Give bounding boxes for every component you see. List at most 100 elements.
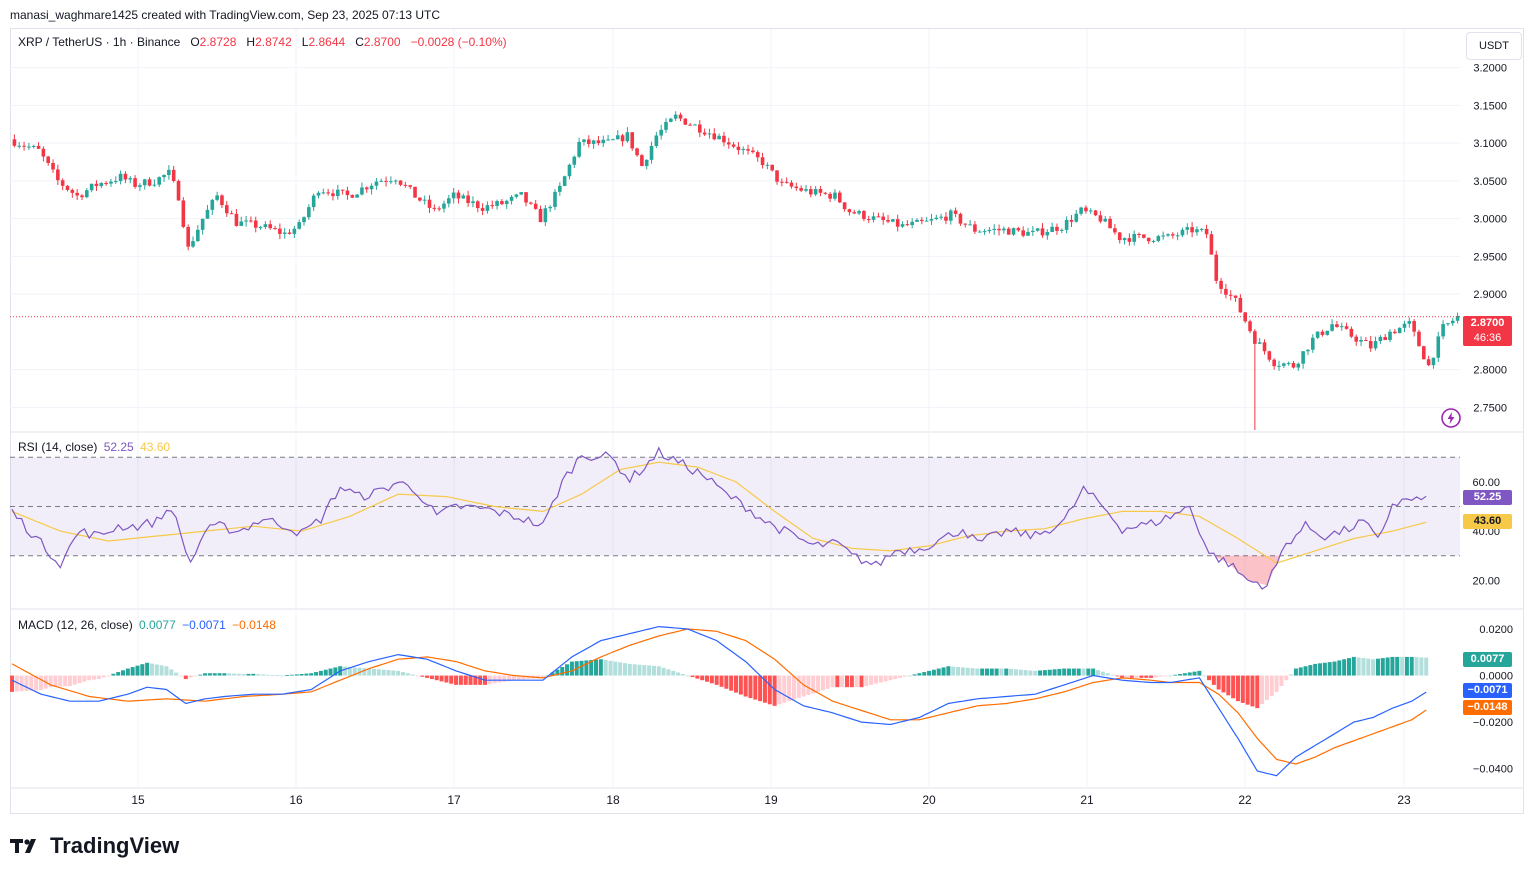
macd-histogram-bar	[594, 659, 599, 676]
macd-histogram-bar	[685, 675, 690, 677]
price-tick-label: 2.7500	[1473, 402, 1507, 414]
macd-histogram-bar	[1327, 662, 1332, 676]
candle-body	[529, 202, 533, 204]
rsi-title[interactable]: RSI (14, close)	[18, 440, 97, 454]
candle-body	[147, 179, 152, 186]
candle-body	[596, 140, 601, 144]
macd-histogram-bar	[1134, 675, 1139, 678]
macd-pane[interactable]	[10, 625, 1429, 777]
candle-body	[471, 201, 475, 204]
candle-body	[1359, 340, 1363, 342]
candle-body	[953, 210, 958, 214]
candle-body	[437, 208, 441, 210]
candle-body	[731, 144, 736, 147]
candle-body	[504, 200, 509, 205]
candle-body	[891, 219, 895, 222]
macd-histogram-bar	[758, 675, 763, 702]
candle-body	[876, 216, 881, 218]
candle-body	[210, 199, 215, 210]
macd-histogram-bar	[106, 675, 111, 677]
macd-histogram-bar	[222, 673, 227, 676]
macd-signal-tag: −0.0148	[1463, 700, 1512, 715]
macd-histogram-bar	[24, 675, 29, 691]
macd-histogram-bar	[343, 666, 348, 676]
rsi-ma-value-tag: 43.60	[1463, 514, 1512, 529]
macd-histogram-bar	[680, 673, 685, 676]
candle-body	[1253, 331, 1257, 344]
candle-body	[1064, 219, 1069, 230]
macd-histogram-bar	[1240, 675, 1245, 703]
candle-body	[640, 155, 644, 166]
candle-body	[789, 182, 794, 187]
macd-histogram-bar	[415, 675, 420, 677]
macd-histogram-bar	[188, 675, 193, 678]
macd-histogram-bar	[622, 663, 627, 676]
macd-histogram-bar	[637, 664, 642, 676]
rsi-oversold-fill	[1216, 555, 1279, 586]
candle-body	[249, 220, 253, 222]
candle-body	[958, 213, 963, 224]
macd-histogram-bar	[898, 675, 903, 678]
macd-histogram-bar	[429, 675, 434, 680]
candle-body	[818, 188, 823, 193]
macd-histogram-bar	[1163, 675, 1168, 677]
candle-body	[239, 221, 244, 226]
chart-canvas[interactable]: 15 16 17 18 19 20 21 22 23 3.2000 3.1500 3.1000 3.05…	[0, 0, 1534, 875]
macd-histogram-bar	[405, 673, 410, 676]
candle-body	[447, 198, 451, 204]
macd-histogram-bar	[169, 669, 174, 676]
countdown-tag: 46:36	[1463, 331, 1512, 346]
x-tick-label: 23	[1397, 793, 1411, 807]
rsi-pane[interactable]	[10, 446, 1460, 590]
candle-body	[794, 186, 799, 189]
candle-body	[823, 192, 828, 194]
candle-body	[1267, 351, 1272, 360]
macd-histogram-bar	[318, 670, 323, 676]
candle-body	[302, 217, 306, 223]
symbol-label[interactable]: XRP / TetherUS · 1h · Binance	[18, 35, 180, 49]
candle-body	[1248, 321, 1252, 332]
price-legend: XRP / TetherUS · 1h · Binance O2.8728 H2…	[18, 35, 507, 49]
macd-histogram-bar	[1091, 668, 1096, 676]
candle-body	[722, 135, 726, 143]
macd-histogram-bar	[1293, 668, 1298, 676]
candle-body	[1006, 228, 1011, 235]
macd-histogram-bar	[1207, 675, 1212, 681]
macd-histogram-bar	[19, 675, 24, 692]
macd-histogram-bar	[270, 674, 275, 676]
macd-histogram-bar	[1371, 659, 1376, 676]
macd-histogram-bar	[38, 675, 43, 691]
price-pane[interactable]	[10, 111, 1460, 430]
candle-body	[466, 195, 470, 204]
macd-histogram-bar	[1124, 675, 1129, 678]
candle-body	[94, 183, 99, 187]
currency-button[interactable]: USDT	[1466, 32, 1522, 60]
macd-histogram-bar	[458, 675, 463, 685]
candle-body	[693, 124, 697, 126]
macd-histogram-bar	[232, 673, 237, 676]
macd-histogram-bar	[767, 675, 772, 705]
macd-histogram-bar	[1250, 675, 1255, 707]
macd-histogram-bar	[1042, 670, 1047, 676]
macd-histogram-bar	[77, 675, 82, 684]
lightning-icon[interactable]	[1440, 407, 1462, 429]
price-tick-label: 2.9500	[1473, 251, 1507, 263]
candle-body	[751, 150, 755, 153]
macd-histogram-bar	[1274, 675, 1279, 692]
candle-body	[842, 202, 847, 210]
candle-body	[282, 232, 287, 234]
macd-histogram-bar	[565, 664, 570, 676]
candle-body	[1238, 297, 1243, 313]
open-label: O	[190, 35, 200, 49]
candle-body	[36, 145, 41, 149]
candle-body	[1388, 331, 1392, 341]
candle-body	[56, 169, 60, 181]
candle-body	[118, 173, 123, 182]
macd-title[interactable]: MACD (12, 26, close)	[18, 618, 133, 632]
candle-body	[837, 192, 842, 203]
macd-histogram-bar	[410, 674, 415, 676]
candle-body	[205, 209, 210, 219]
candle-body	[973, 224, 977, 232]
macd-histogram-bar	[984, 668, 989, 676]
candle-body	[910, 221, 914, 226]
